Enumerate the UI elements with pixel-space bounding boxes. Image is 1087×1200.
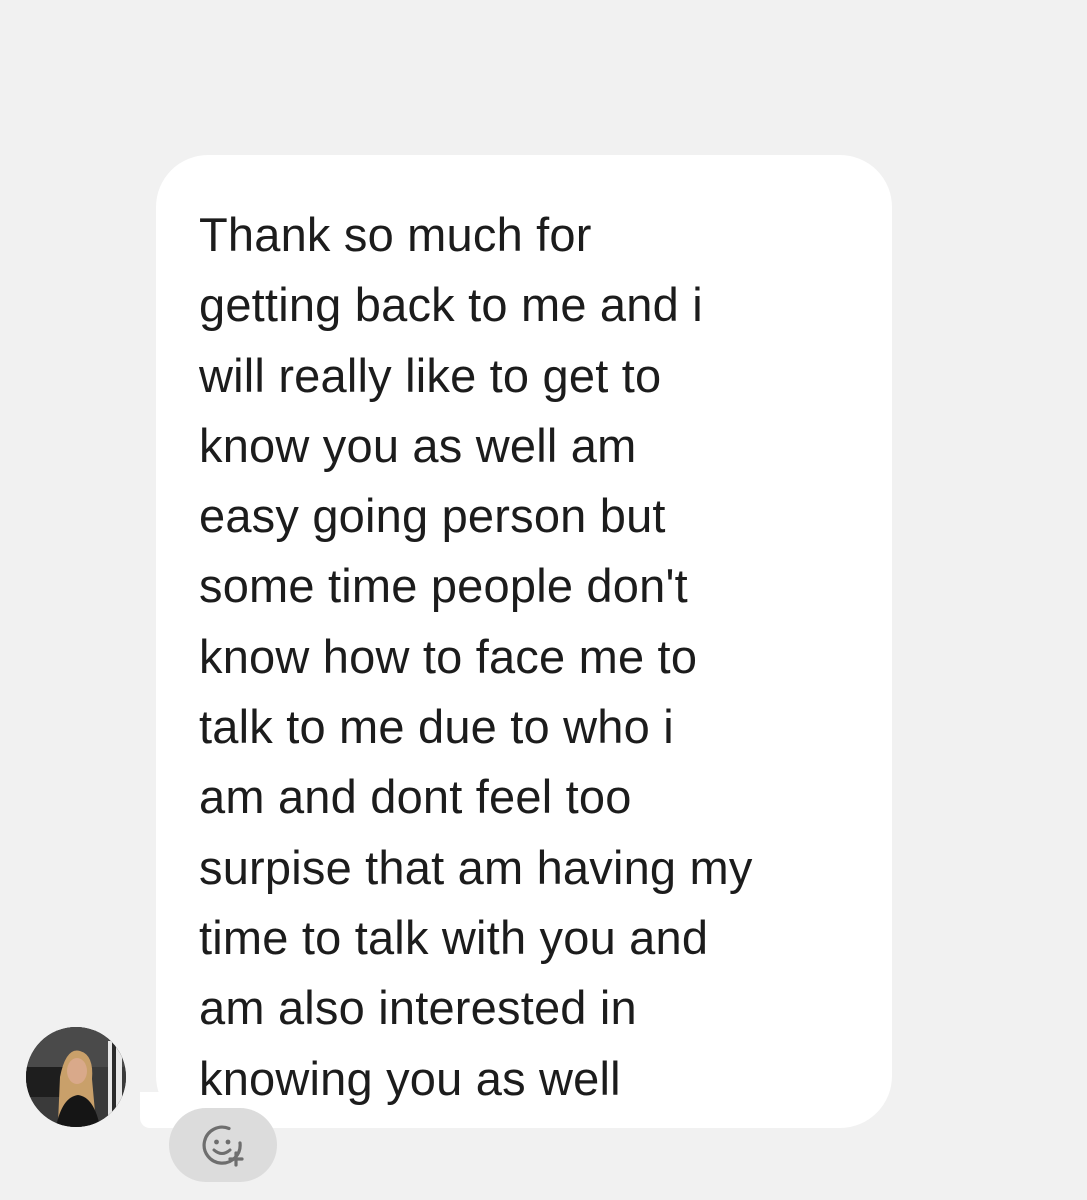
- add-reaction-icon: [202, 1125, 244, 1167]
- add-reaction-button[interactable]: [169, 1108, 277, 1182]
- sender-avatar[interactable]: [26, 1027, 126, 1127]
- profile-photo: [26, 1027, 126, 1127]
- message-bubble-tail: [140, 1092, 180, 1128]
- message-text: Thank so much for getting back to me and…: [199, 208, 753, 1105]
- message-thread: Thank so much for getting back to me and…: [0, 0, 1087, 1200]
